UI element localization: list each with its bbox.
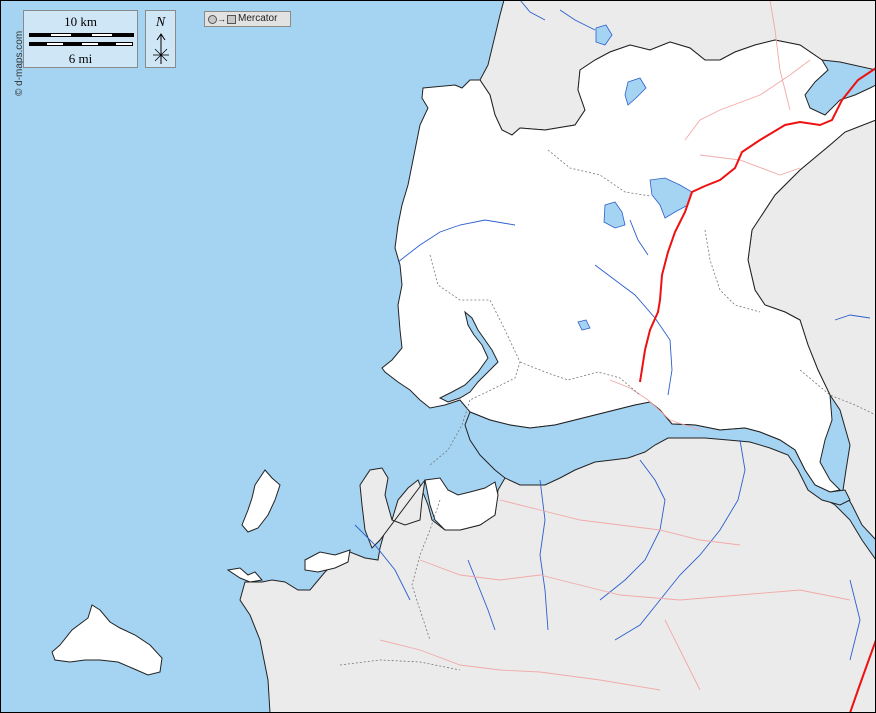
map-canvas (0, 0, 876, 713)
scale-mi-label: 6 mi (68, 51, 93, 66)
scale-box: 10 km 6 mi (23, 10, 138, 68)
north-label: N (155, 15, 166, 30)
projection-label: Mercator (238, 13, 278, 24)
compass-icon (153, 33, 169, 64)
scale-km-label: 10 km (64, 14, 97, 29)
scale-bar-km (29, 33, 134, 37)
globe-circle-icon (208, 15, 217, 24)
map-square-icon (227, 15, 236, 24)
projection-badge: → Mercator (204, 11, 291, 27)
north-indicator: N (145, 10, 176, 68)
credit-text: © d-maps.com (3, 8, 25, 98)
arrow-right-icon: → (217, 14, 226, 24)
scale-bar-mi (29, 42, 133, 46)
